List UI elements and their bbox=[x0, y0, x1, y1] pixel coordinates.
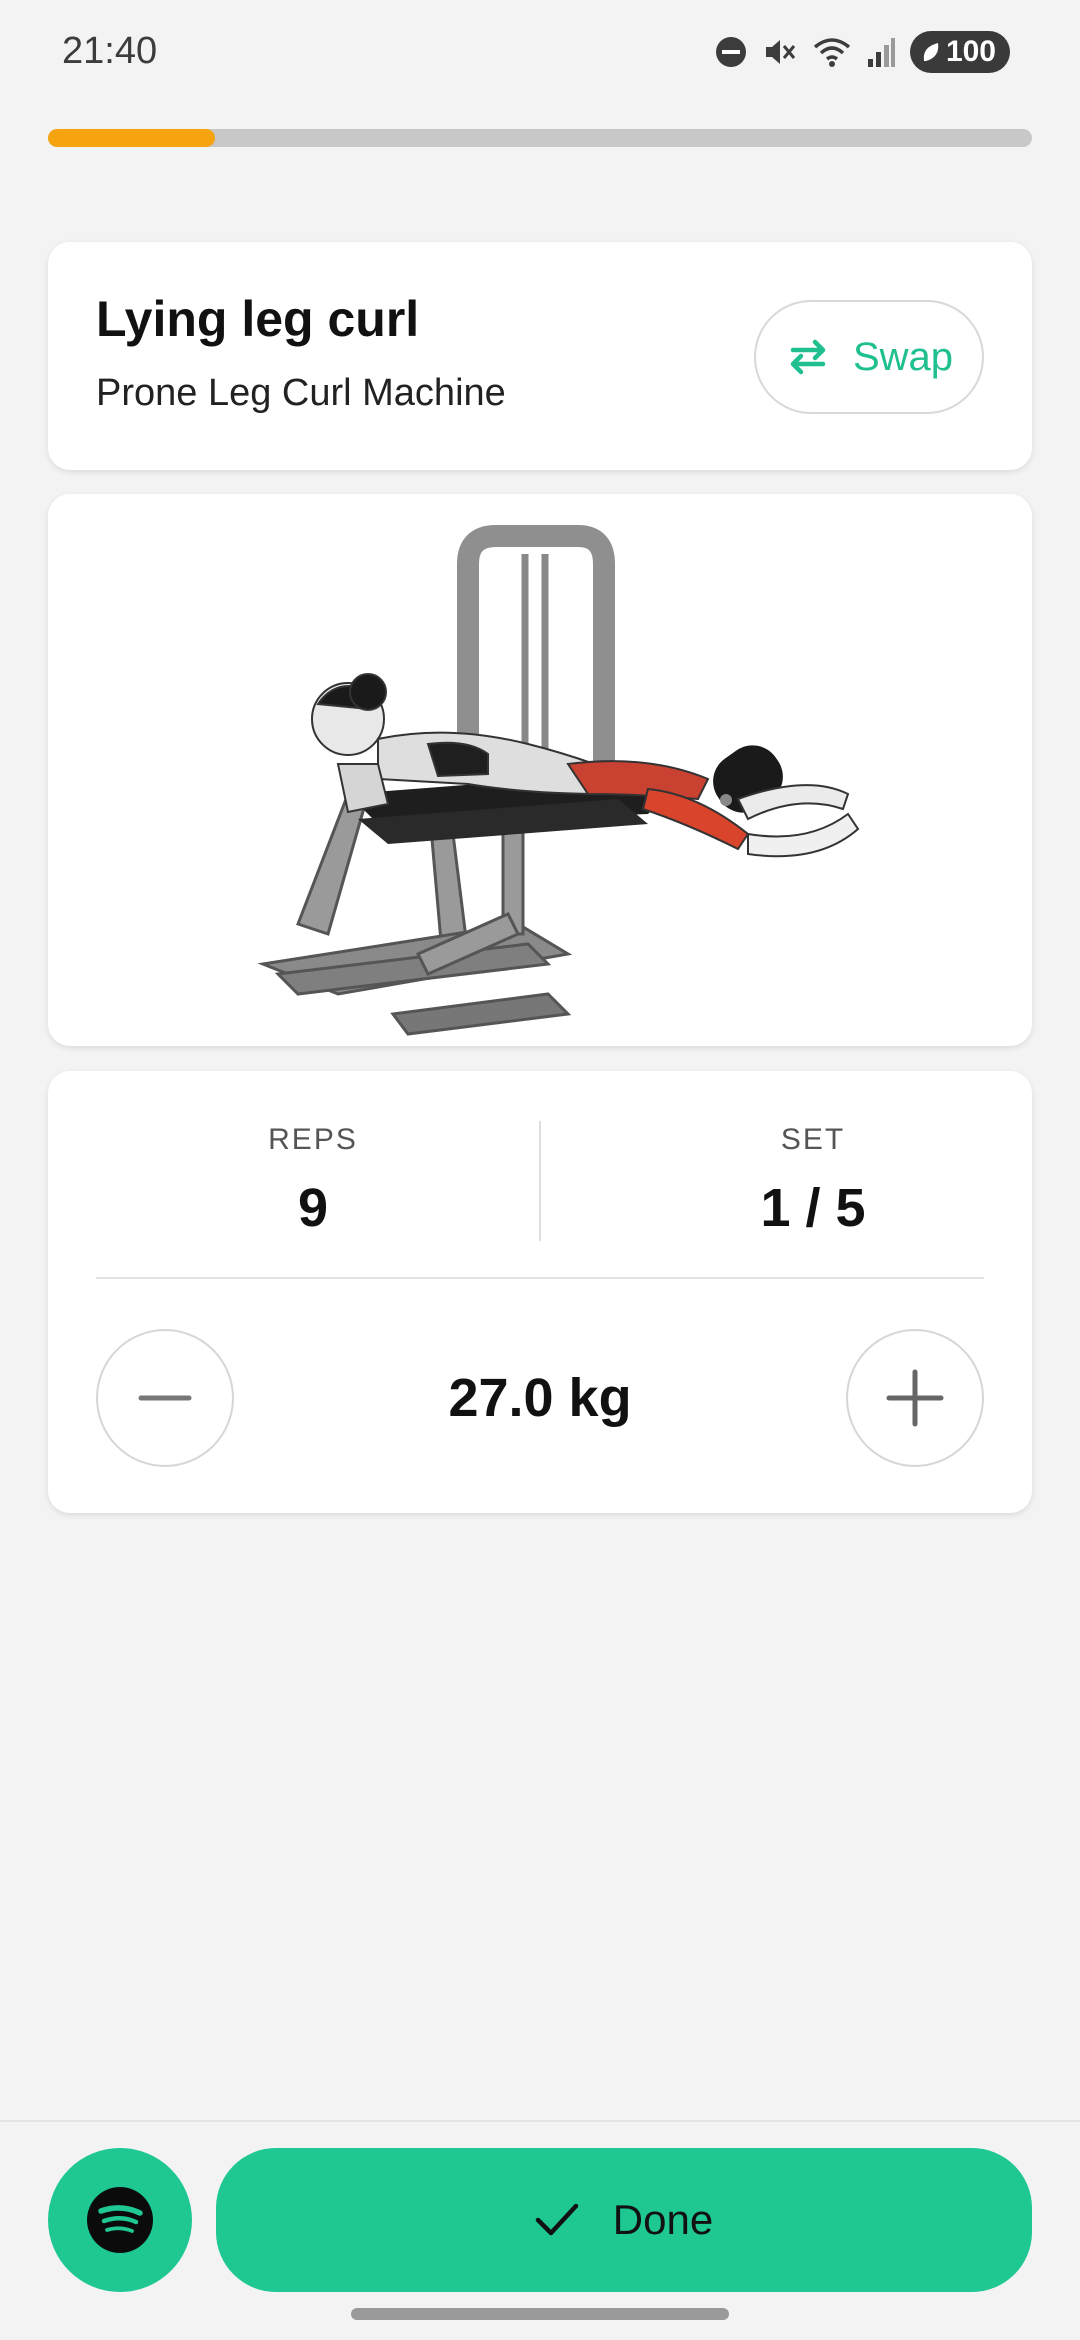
mute-icon bbox=[765, 40, 796, 64]
set-stats-card: REPS 9 SET 1 / 5 27.0 kg bbox=[48, 1071, 1032, 1513]
swap-button[interactable]: Swap bbox=[754, 300, 984, 414]
spotify-icon bbox=[87, 2187, 153, 2253]
battery-saver-icon bbox=[923, 43, 939, 61]
home-indicator[interactable] bbox=[351, 2308, 729, 2320]
decrease-weight-button[interactable] bbox=[96, 1329, 234, 1467]
do-not-disturb-icon bbox=[715, 37, 746, 67]
bottom-bar-divider bbox=[0, 2120, 1080, 2122]
stats-divider bbox=[539, 1121, 541, 1241]
plus-icon bbox=[886, 1369, 944, 1427]
done-label: Done bbox=[612, 2196, 714, 2243]
status-bar: 21:40 100 bbox=[0, 0, 1080, 100]
done-button[interactable]: Done bbox=[216, 2148, 1032, 2292]
exercise-image-card bbox=[48, 494, 1032, 1046]
weight-value: 27.0 kg bbox=[448, 1368, 632, 1428]
exercise-illustration bbox=[257, 525, 860, 1036]
increase-weight-button[interactable] bbox=[846, 1329, 984, 1467]
set-label: SET bbox=[780, 1123, 846, 1156]
weight-divider bbox=[96, 1277, 984, 1279]
workout-screen: 21:40 100 Lying leg curl Prone Leg Curl … bbox=[0, 0, 1080, 2340]
exercise-header-card: Lying leg curl Prone Leg Curl Machine Sw… bbox=[48, 242, 1032, 470]
exercise-equipment: Prone Leg Curl Machine bbox=[96, 372, 506, 414]
exercise-title: Lying leg curl bbox=[96, 291, 420, 347]
battery-indicator: 100 bbox=[909, 31, 1010, 73]
signal-icon bbox=[867, 38, 895, 67]
swap-arrows-icon bbox=[790, 339, 826, 375]
set-stat: SET 1 / 5 bbox=[588, 1123, 1038, 1239]
status-icons: 100 bbox=[714, 30, 1010, 74]
minus-icon bbox=[138, 1395, 192, 1401]
status-time: 21:40 bbox=[62, 30, 158, 72]
workout-progress-bar bbox=[48, 129, 1032, 147]
reps-label: REPS bbox=[268, 1123, 358, 1156]
spotify-button[interactable] bbox=[48, 2148, 192, 2292]
reps-stat: REPS 9 bbox=[88, 1123, 538, 1239]
reps-value: 9 bbox=[297, 1178, 329, 1238]
wifi-icon bbox=[813, 38, 851, 67]
workout-progress-fill bbox=[48, 129, 216, 147]
set-value: 1 / 5 bbox=[760, 1178, 866, 1238]
check-icon bbox=[535, 2203, 579, 2236]
battery-level: 100 bbox=[945, 35, 996, 68]
swap-label: Swap bbox=[852, 334, 954, 379]
